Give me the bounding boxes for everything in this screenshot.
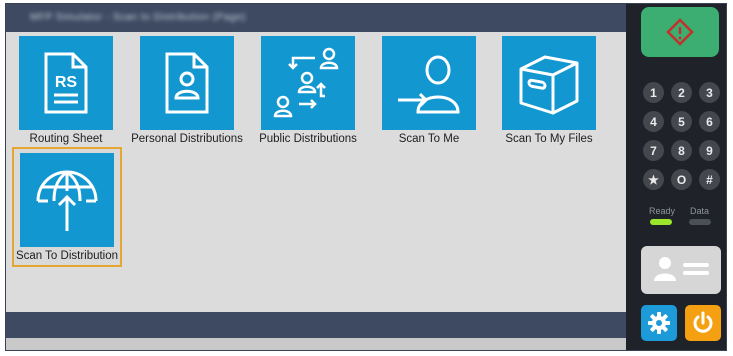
personal-distribution-icon: [140, 36, 234, 130]
key-hash[interactable]: #: [699, 169, 720, 190]
key-2[interactable]: 2: [671, 82, 692, 103]
id-card-button[interactable]: [641, 246, 721, 294]
public-distributions-icon: [261, 36, 355, 130]
window-title: MFP Simulator - Scan to Distribution (Pa…: [30, 12, 246, 23]
globe-upload-icon: [20, 153, 114, 247]
routing-sheet-icon-text: RS: [55, 74, 78, 91]
tile-label: Routing Sheet: [29, 133, 103, 145]
tile-label: Scan To My Files: [505, 133, 593, 145]
start-diamond-icon: [666, 18, 694, 46]
key-8[interactable]: 8: [671, 140, 692, 161]
ready-indicator: [650, 219, 672, 225]
bottom-strip: [6, 338, 626, 350]
start-button[interactable]: [641, 7, 719, 57]
data-label: Data: [690, 206, 710, 216]
key-9[interactable]: 9: [699, 140, 720, 161]
key-6[interactable]: 6: [699, 111, 720, 132]
ready-label: Ready: [649, 206, 676, 216]
key-star[interactable]: ★: [643, 169, 664, 190]
key-1[interactable]: 1: [643, 82, 664, 103]
file-box-icon: [502, 36, 596, 130]
settings-button[interactable]: [641, 305, 677, 341]
tile-scan-to-distribution[interactable]: Scan To Distribution: [12, 147, 122, 267]
scan-to-me-icon: [382, 36, 476, 130]
power-icon: [693, 311, 713, 333]
status-bar: [6, 312, 626, 338]
key-4[interactable]: 4: [643, 111, 664, 132]
app-grid: RS Routing Sheet Personal Distributions: [6, 32, 626, 312]
tile-personal-distributions[interactable]: Personal Distributions: [127, 36, 247, 145]
tile-scan-to-my-files[interactable]: Scan To My Files: [489, 36, 609, 145]
key-3[interactable]: 3: [699, 82, 720, 103]
tile-scan-to-me[interactable]: Scan To Me: [369, 36, 489, 145]
title-bar: MFP Simulator - Scan to Distribution (Pa…: [6, 4, 626, 32]
tile-label: Personal Distributions: [131, 133, 243, 145]
tile-label: Public Distributions: [259, 133, 357, 145]
id-card-icon: [654, 257, 709, 281]
key-5[interactable]: 5: [671, 111, 692, 132]
data-indicator: [689, 219, 711, 225]
tile-label: Scan To Distribution: [15, 250, 119, 262]
power-button[interactable]: [685, 305, 721, 341]
gear-icon: [648, 312, 670, 334]
key-0[interactable]: O: [671, 169, 692, 190]
routing-sheet-icon: RS: [19, 36, 113, 130]
tile-label: Scan To Me: [398, 133, 460, 145]
tile-routing-sheet[interactable]: RS Routing Sheet: [6, 36, 126, 145]
key-7[interactable]: 7: [643, 140, 664, 161]
tile-public-distributions[interactable]: Public Distributions: [248, 36, 368, 145]
